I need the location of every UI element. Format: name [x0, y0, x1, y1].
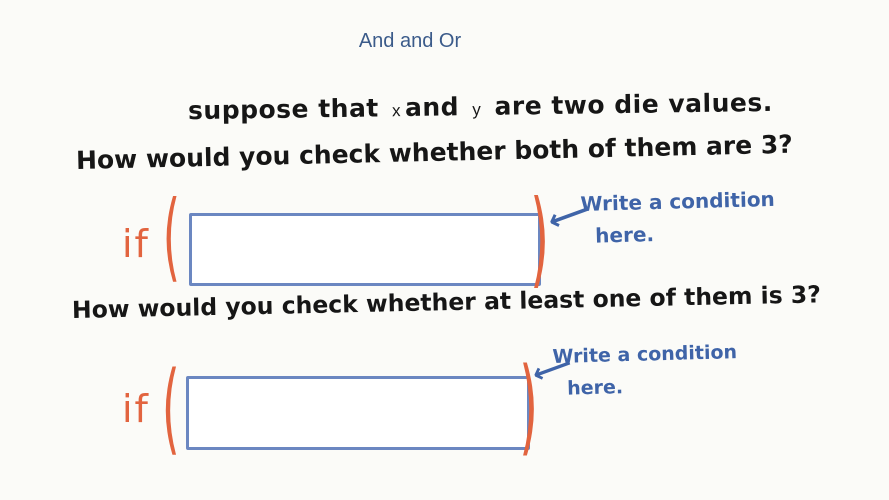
slide: And and Or suppose that x and y are two d… — [0, 0, 889, 500]
page-title: And and Or — [358, 30, 462, 52]
statement-text-and: and — [404, 92, 460, 123]
problem-statement: suppose that x and y are two die values. — [188, 88, 773, 125]
open-paren-2: ( — [161, 349, 180, 466]
hint-line-1b: Write a condition — [552, 341, 738, 368]
variable-y: y — [472, 99, 482, 120]
close-paren-1: ) — [530, 178, 549, 299]
variable-x: x — [391, 101, 402, 121]
hint-note-1: Write a condition here. — [580, 183, 776, 252]
question-at-least-one: How would you check whether at least one… — [71, 280, 822, 324]
statement-text-1: suppose that — [187, 93, 379, 126]
hint-line-2: here. — [594, 222, 655, 248]
condition-input-at-least-one[interactable] — [186, 376, 530, 450]
condition-input-both[interactable] — [189, 213, 541, 286]
statement-text-2: are two die values. — [494, 87, 773, 121]
hint-note-2: Write a condition here. — [552, 336, 738, 405]
if-keyword-1: if — [122, 222, 150, 266]
hint-line-2b: here. — [566, 376, 624, 400]
hint-line-1: Write a condition — [580, 186, 776, 216]
open-paren-1: ( — [162, 181, 181, 293]
question-both: How would you check whether both of them… — [75, 129, 794, 175]
if-keyword-2: if — [122, 387, 150, 431]
